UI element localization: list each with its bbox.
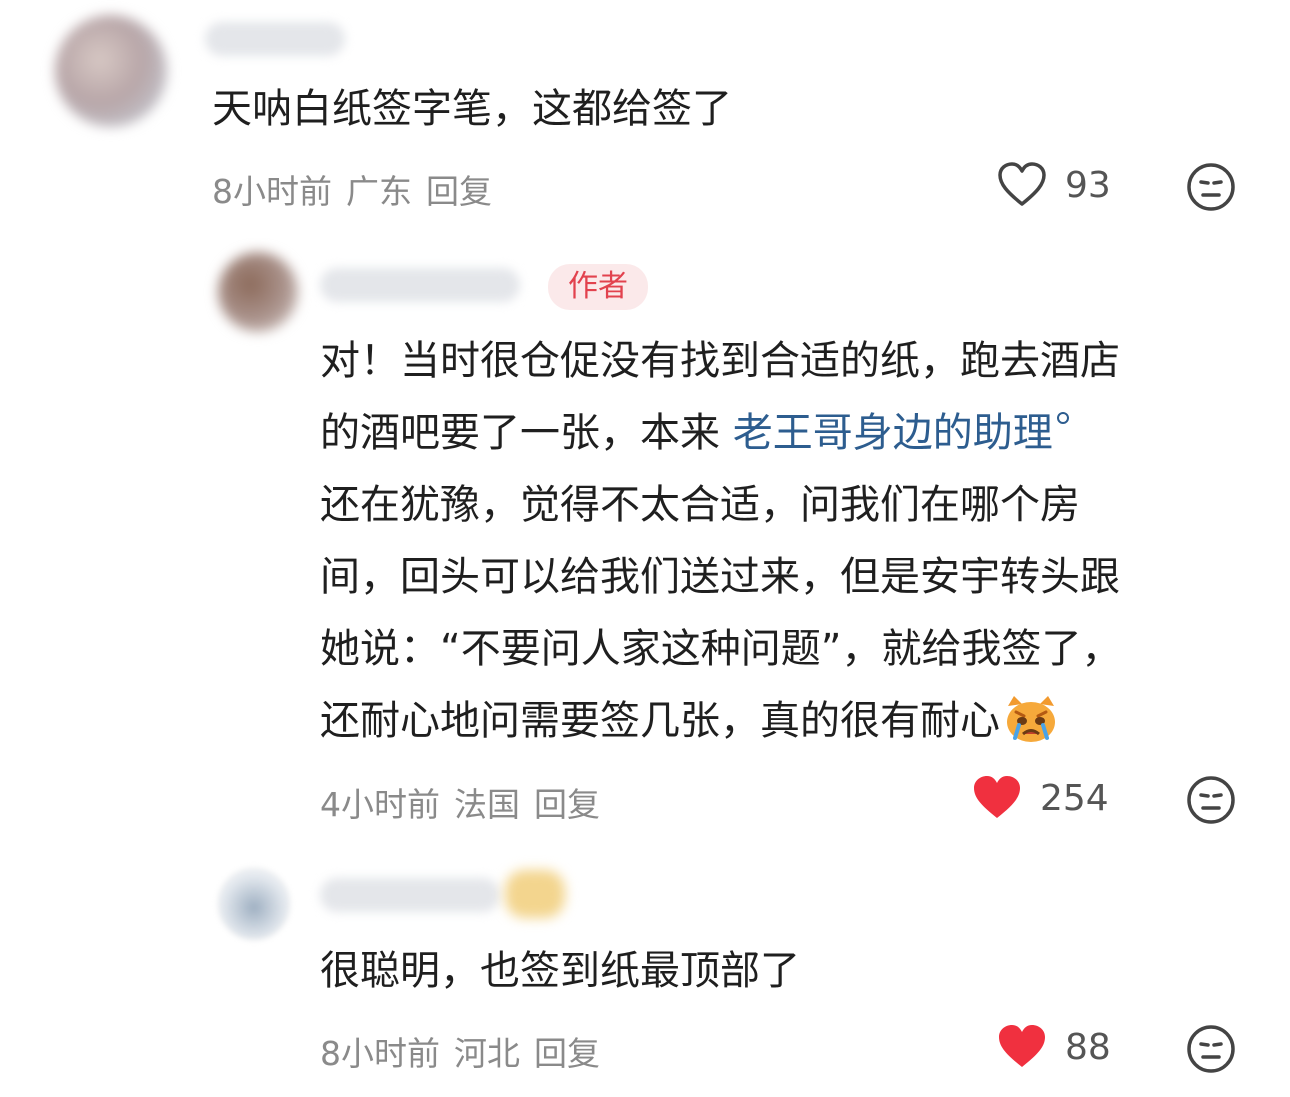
like-count: 88 [1065,1026,1111,1068]
like-count: 93 [1065,164,1111,206]
reply-time: 4小时前 [320,785,440,824]
reply-text-line: 间，回头可以给我们送过来，但是安宇转头跟 [320,554,1120,600]
username-blurred[interactable] [320,878,500,912]
like-count: 254 [1040,777,1109,819]
neutral-face-icon[interactable] [1186,162,1236,212]
reply-text-line: 的酒吧要了一张，本来 老王哥身边的助理 [320,397,1069,469]
avatar[interactable] [218,252,298,332]
comment-text: 天呐白纸签字笔，这都给签了 [212,86,732,132]
avatar[interactable] [218,868,290,940]
comment-location: 广东 [346,172,412,211]
reply-location: 法国 [454,785,520,824]
blurred-decoration [505,870,565,918]
author-badge: 作者 [548,264,648,310]
like-button[interactable]: 88 [997,1024,1111,1070]
reply-button[interactable]: 回复 [426,172,492,211]
reply-text-line: 还耐心地问需要签几张，真的很有耐心 [320,685,1060,757]
comment-time: 8小时前 [212,172,332,211]
avatar[interactable] [55,15,167,127]
reply-text-segment: 还耐心地问需要签几张，真的很有耐心 [320,698,1000,744]
heart-filled-icon [999,1025,1045,1067]
neutral-face-icon[interactable] [1186,775,1236,825]
like-button[interactable]: 254 [972,775,1109,821]
heart-filled-icon [974,776,1020,818]
reply-meta: 8小时前 河北 回复 [320,1027,614,1075]
neutral-face-icon[interactable] [1186,1024,1236,1074]
comment-thread: 天呐白纸签字笔，这都给签了 8小时前 广东 回复 93 作者 对！当时很仓促没有找到… [0,0,1290,1097]
heart-outline-icon [998,162,1046,206]
reply-text-line: 还在犹豫，觉得不太合适，问我们在哪个房 [320,482,1080,528]
like-button[interactable]: 93 [997,162,1111,208]
reply-button[interactable]: 回复 [534,785,600,824]
reply-button[interactable]: 回复 [534,1034,600,1073]
reply-meta: 4小时前 法国 回复 [320,778,614,826]
search-link[interactable]: 老王哥身边的助理 [733,410,1053,456]
reply-text-segment: 的酒吧要了一张，本来 [320,410,720,456]
reply-location: 河北 [454,1034,520,1073]
search-icon[interactable] [1056,412,1069,424]
reply-text-line: 对！当时很仓促没有找到合适的纸，跑去酒店 [320,338,1120,384]
reply-text: 很聪明，也签到纸最顶部了 [320,948,800,994]
username-blurred[interactable] [205,22,345,56]
crying-cat-emoji-icon [1007,696,1055,742]
reply-text-line: 她说：“不要问人家这种问题”，就给我签了， [320,626,1122,672]
username-blurred[interactable] [320,268,520,302]
comment-meta: 8小时前 广东 回复 [212,165,506,213]
reply-time: 8小时前 [320,1034,440,1073]
